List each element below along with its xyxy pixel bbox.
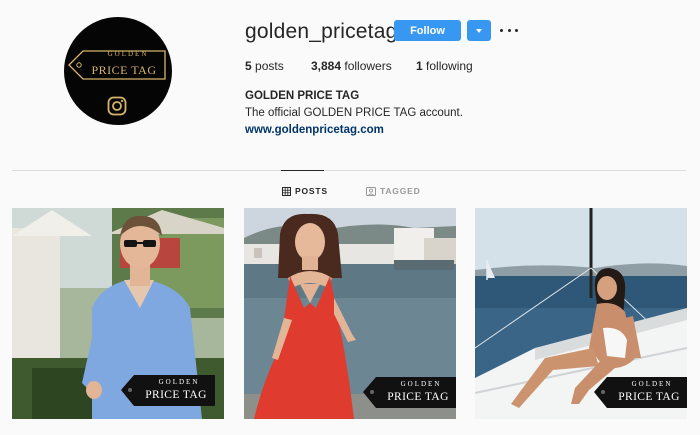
post-badge-line1: GOLDEN: [400, 380, 442, 388]
post-badge-line1: GOLDEN: [631, 380, 673, 388]
post-price-tag-badge: GOLDEN PRICE TAG: [120, 372, 216, 408]
avatar-logo-line1: GOLDEN: [107, 50, 149, 58]
stat-followers-count: 3,884: [311, 59, 342, 73]
tab-posts[interactable]: POSTS: [282, 185, 328, 197]
suggested-dropdown-button[interactable]: [467, 20, 491, 41]
follow-button[interactable]: Follow: [394, 20, 461, 41]
tab-tagged[interactable]: TAGGED: [366, 185, 421, 197]
bio-description: The official GOLDEN PRICE TAG account.: [245, 107, 463, 119]
stat-following-count: 1: [416, 59, 423, 73]
tabs-divider: [12, 170, 686, 171]
post-thumbnail-2[interactable]: GOLDEN PRICE TAG: [244, 208, 456, 419]
tab-posts-label: POSTS: [295, 186, 328, 196]
stat-following[interactable]: 1 following: [416, 59, 473, 73]
dot-icon: [507, 28, 511, 32]
bio-full-name: GOLDEN PRICE TAG: [245, 90, 360, 102]
profile-username: golden_pricetag: [245, 20, 398, 43]
post-thumbnail-1[interactable]: GOLDEN PRICE TAG: [12, 208, 224, 419]
more-options-button[interactable]: [500, 22, 518, 38]
stat-posts-label: posts: [255, 59, 284, 73]
stat-followers[interactable]: 3,884 followers: [311, 59, 392, 73]
post-badge-line2: PRICE TAG: [145, 389, 207, 401]
dot-icon: [515, 28, 518, 32]
stat-following-label: following: [426, 59, 473, 73]
grid-icon: [282, 186, 291, 196]
post-badge-line2: PRICE TAG: [387, 391, 449, 403]
post-badge-line1: GOLDEN: [158, 378, 200, 386]
post-price-tag-badge: GOLDEN PRICE TAG: [362, 374, 456, 410]
post-thumbnail-3[interactable]: GOLDEN PRICE TAG: [475, 208, 687, 419]
caret-down-icon: [476, 28, 482, 33]
stat-followers-label: followers: [344, 59, 392, 73]
dot-icon: [500, 28, 503, 32]
post-badge-line2: PRICE TAG: [618, 391, 680, 403]
stat-posts: 5 posts: [245, 59, 284, 73]
active-tab-indicator: [281, 170, 324, 171]
stat-posts-count: 5: [245, 59, 252, 73]
avatar-logo-line2: PRICE TAG: [91, 63, 157, 77]
tab-tagged-label: TAGGED: [380, 186, 421, 196]
tag-icon: [366, 186, 376, 196]
instagram-icon: [107, 96, 127, 116]
profile-avatar[interactable]: GOLDEN PRICE TAG: [64, 17, 172, 125]
bio-website-link[interactable]: www.goldenpricetag.com: [245, 124, 384, 136]
post-price-tag-badge: GOLDEN PRICE TAG: [593, 374, 687, 410]
